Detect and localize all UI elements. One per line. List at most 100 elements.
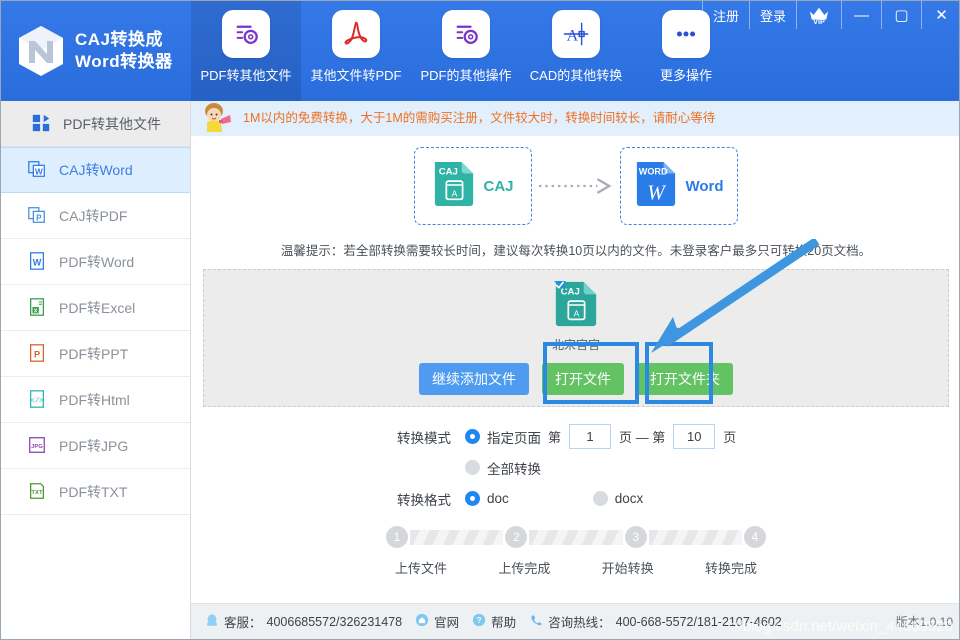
caj-file-icon: CAJ A (432, 159, 476, 214)
page-prefix-label: 第 (548, 430, 562, 445)
sidebar-item-pdf-to-jpg[interactable]: JPG PDF转JPG (1, 423, 190, 469)
radio-docx-label: docx (614, 491, 644, 506)
page-mid-label: 页 — 第 (619, 430, 666, 445)
radio-specified-label: 指定页面 (487, 430, 541, 446)
page-from-input[interactable]: 1 (569, 424, 612, 449)
tab-cad-convert[interactable]: A CAD的其他转换 (521, 1, 631, 101)
add-more-files-button[interactable]: 继续添加文件 (419, 363, 529, 395)
sidebar-item-label: PDF转Excel (59, 299, 136, 316)
progress-steps: 1 2 3 4 上传文件 上传完成 开始转换 转换完成 (191, 524, 959, 582)
word-doc-icon: WORD W (634, 159, 678, 214)
login-button[interactable]: 登录 (748, 1, 796, 29)
brand: CAJ转换成 Word转换器 (1, 1, 191, 101)
open-folder-button[interactable]: 打开文件夹 (637, 363, 733, 395)
application-window: CAJ转换成 Word转换器 PDF转其他文件 其他文件转PDF PDF的其他操… (0, 0, 960, 640)
step-label-1: 上传文件 (394, 561, 447, 576)
register-button[interactable]: 注册 (701, 1, 749, 29)
footer-service[interactable]: 客服： 4006685572/326231478 (205, 612, 402, 631)
radio-all-label: 全部转换 (487, 461, 541, 477)
file-card[interactable]: CAJ A 北宋官官 (521, 279, 631, 353)
sidebar-item-caj-to-word[interactable]: W CAJ转Word (1, 147, 190, 193)
page-suffix-label: 页 (723, 430, 737, 445)
sidebar-header-label: PDF转其他文件 (63, 115, 161, 132)
tab-label: 其他文件转PDF (310, 68, 402, 83)
app-version: 版本1.0.10 (895, 615, 953, 629)
pdf-acrobat-icon (332, 10, 380, 58)
radio-specified-pages[interactable] (465, 429, 480, 444)
sidebar-item-pdf-to-html[interactable]: </> PDF转Html (1, 377, 190, 423)
home-icon (415, 613, 429, 630)
penguin-qq-icon (205, 613, 219, 631)
flow-source-label: CAJ (483, 177, 514, 195)
footer-hotline[interactable]: 咨询热线： 400-668-5572/181-2107-4602 (529, 612, 782, 631)
excel-file-icon: X (27, 297, 49, 319)
word-file-icon: W (27, 251, 49, 273)
footer-bar: 客服： 4006685572/326231478 官网 ? 帮助 咨询热线： 4… (191, 603, 959, 639)
txt-file-icon: TXT (27, 481, 49, 503)
tab-pdf-to-other[interactable]: PDF转其他文件 (191, 1, 301, 101)
sidebar-item-pdf-to-word[interactable]: W PDF转Word (1, 239, 190, 285)
mode-label: 转换模式 (397, 430, 451, 446)
maximize-button[interactable]: ▢ (881, 1, 921, 29)
notice-bar: 1M以内的免费转换，大于1M的需购买注册，文件较大时，转换时间较长，请耐心等待 (191, 98, 959, 138)
phone-icon (529, 613, 543, 630)
ppt-file-icon: P (27, 343, 49, 365)
minimize-button[interactable]: — (841, 1, 881, 29)
file-name: 北宋官官 (551, 338, 600, 352)
jpg-file-icon: JPG (27, 435, 49, 457)
radio-all-pages[interactable] (465, 460, 480, 475)
tab-other-to-pdf[interactable]: 其他文件转PDF (301, 1, 411, 101)
sidebar-item-caj-to-pdf[interactable]: P CAJ转PDF (1, 193, 190, 239)
sidebar-item-pdf-to-ppt[interactable]: P PDF转PPT (1, 331, 190, 377)
megaphone-girl-icon (197, 98, 237, 138)
brand-line-1: CAJ转换成 (75, 30, 164, 49)
open-file-button[interactable]: 打开文件 (542, 363, 624, 395)
notice-text: 1M以内的免费转换，大于1M的需购买注册，文件较大时，转换时间较长，请耐心等待 (243, 111, 716, 125)
footer-service-label: 客服： (224, 616, 262, 630)
vip-icon[interactable]: VIP (796, 1, 841, 29)
svg-text:P: P (36, 213, 42, 222)
html-file-icon: </> (27, 389, 49, 411)
svg-text:W: W (35, 167, 43, 176)
tab-pdf-other-ops[interactable]: PDF的其他操作 (411, 1, 521, 101)
radio-format-doc[interactable] (465, 491, 480, 506)
svg-text:X: X (34, 308, 38, 314)
step-bar-1 (410, 529, 504, 545)
sidebar-header-pdf-to-other[interactable]: PDF转其他文件 (1, 101, 190, 147)
pdf-convert-icon (222, 10, 270, 58)
brand-line-2: Word转换器 (75, 52, 173, 71)
step-circle-2: 2 (505, 526, 528, 548)
tab-label: 更多操作 (659, 68, 712, 83)
radio-format-docx[interactable] (592, 491, 608, 506)
svg-text:TXT: TXT (31, 490, 43, 496)
sidebar: PDF转其他文件 W CAJ转Word P CAJ转PDF W PDF转Word… (1, 101, 191, 639)
step-label-4: 转换完成 (704, 561, 757, 576)
sidebar-item-pdf-to-txt[interactable]: TXT PDF转TXT (1, 469, 190, 515)
footer-service-value: 4006685572/326231478 (266, 614, 403, 629)
step-circles-row: 1 2 3 4 (386, 524, 766, 550)
conversion-settings: 转换模式 指定页面 第 1 页 — 第 10 页 全部转换 转换格式 doc d… (191, 407, 959, 514)
sidebar-item-pdf-to-excel[interactable]: X PDF转Excel (1, 285, 190, 331)
window-controls: 注册 登录 VIP — ▢ ✕ (701, 1, 959, 29)
step-circle-1: 1 (386, 526, 408, 548)
brand-title: CAJ转换成 Word转换器 (75, 29, 173, 73)
page-to-input[interactable]: 10 (673, 424, 716, 449)
step-circle-4: 4 (743, 526, 766, 548)
footer-site[interactable]: 官网 (415, 612, 459, 631)
footer-help[interactable]: ? 帮助 (472, 612, 516, 631)
step-bar-3 (648, 529, 742, 545)
pdf-settings-icon (442, 10, 490, 58)
mode-row-specified: 转换模式 指定页面 第 1 页 — 第 10 页 (191, 421, 959, 452)
dotted-arrow-right-icon (532, 176, 620, 196)
tab-label: PDF的其他操作 (420, 68, 512, 83)
file-drop-area[interactable]: CAJ A 北宋官官 继续添加文件 打开文件 打开文件夹 (203, 269, 949, 407)
radio-doc-label: doc (487, 491, 509, 506)
close-button[interactable]: ✕ (921, 1, 959, 29)
svg-text:A: A (574, 308, 580, 318)
svg-text:?: ? (477, 616, 482, 625)
conversion-flow: CAJ A CAJ WORD W Word (191, 136, 959, 236)
cad-text-icon: A (552, 10, 600, 58)
svg-text:WORD: WORD (639, 166, 668, 176)
svg-text:A: A (452, 188, 458, 198)
flow-target-box: WORD W Word (620, 147, 738, 225)
